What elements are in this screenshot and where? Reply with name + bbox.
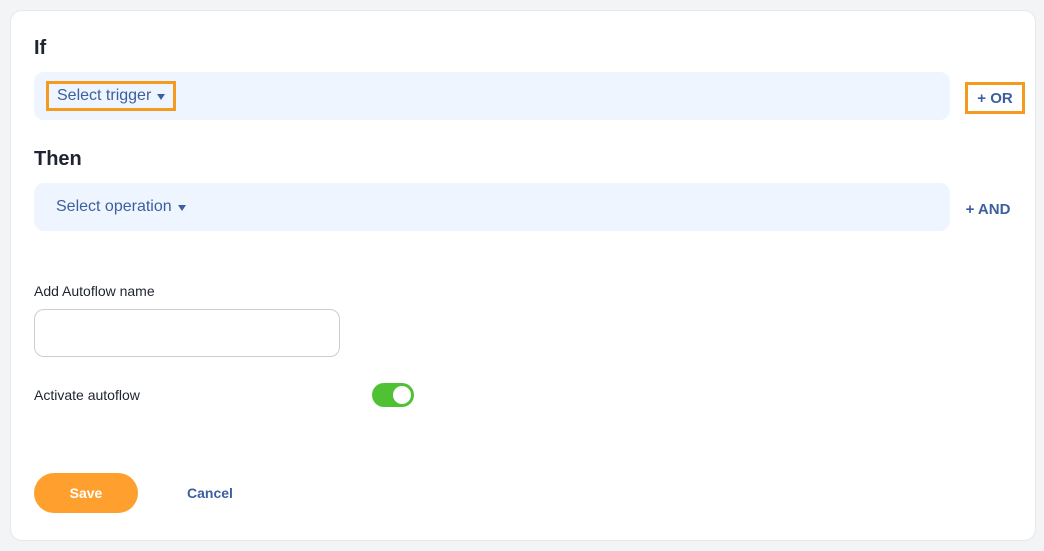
activate-autoflow-toggle[interactable] <box>372 383 414 407</box>
select-operation-label: Select operation <box>56 198 172 215</box>
select-trigger-dropdown[interactable]: Select trigger <box>46 81 177 111</box>
add-and-button[interactable]: + AND <box>958 196 1018 222</box>
activate-autoflow-label: Activate autoflow <box>34 387 140 403</box>
caret-down-icon <box>157 93 166 100</box>
select-operation-dropdown[interactable]: Select operation <box>48 192 194 222</box>
save-button[interactable]: Save <box>34 473 138 513</box>
autoflow-name-label: Add Autoflow name <box>34 283 155 299</box>
cancel-button[interactable]: Cancel <box>170 473 250 513</box>
add-or-button[interactable]: + OR <box>965 82 1025 114</box>
then-heading: Then <box>34 148 82 170</box>
caret-down-icon <box>177 204 186 211</box>
toggle-knob <box>393 386 411 404</box>
autoflow-name-input[interactable] <box>34 309 340 357</box>
select-trigger-label: Select trigger <box>57 87 152 104</box>
if-heading: If <box>34 37 47 59</box>
